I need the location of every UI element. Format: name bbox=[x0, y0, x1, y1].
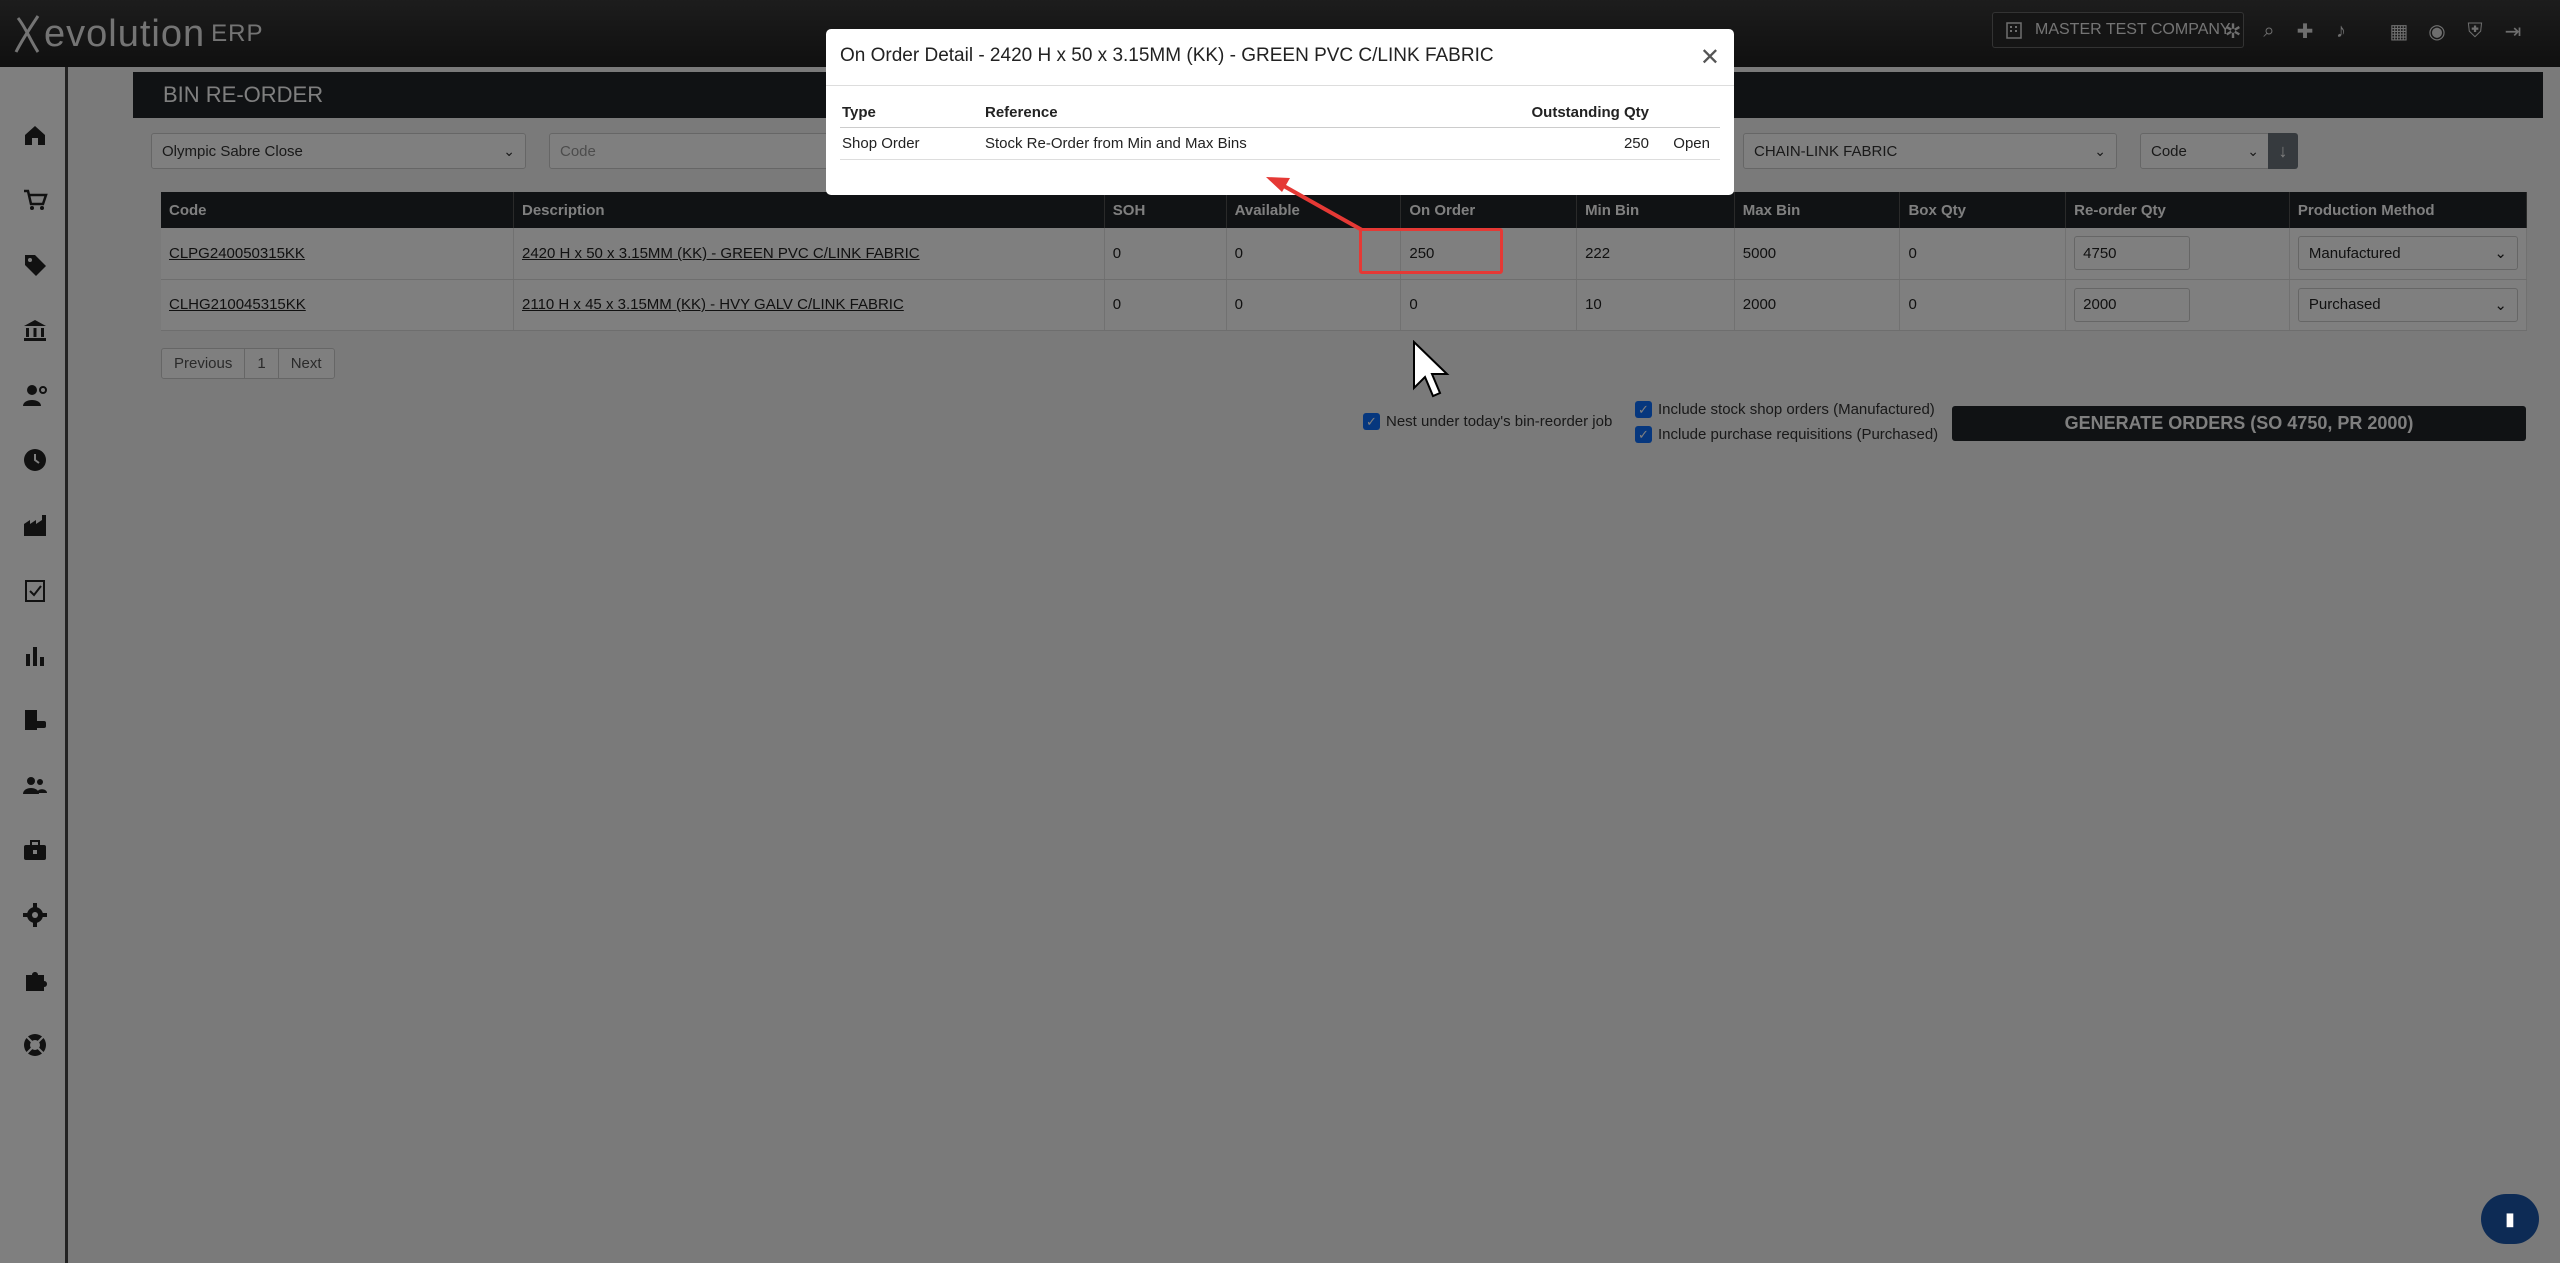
annotation-arrow-icon bbox=[1266, 177, 1363, 232]
clipboard-fab-button[interactable]: ▮ bbox=[2481, 1194, 2539, 1244]
mouse-cursor-icon bbox=[1413, 340, 1450, 398]
clipboard-icon: ▮ bbox=[2505, 1208, 2515, 1229]
